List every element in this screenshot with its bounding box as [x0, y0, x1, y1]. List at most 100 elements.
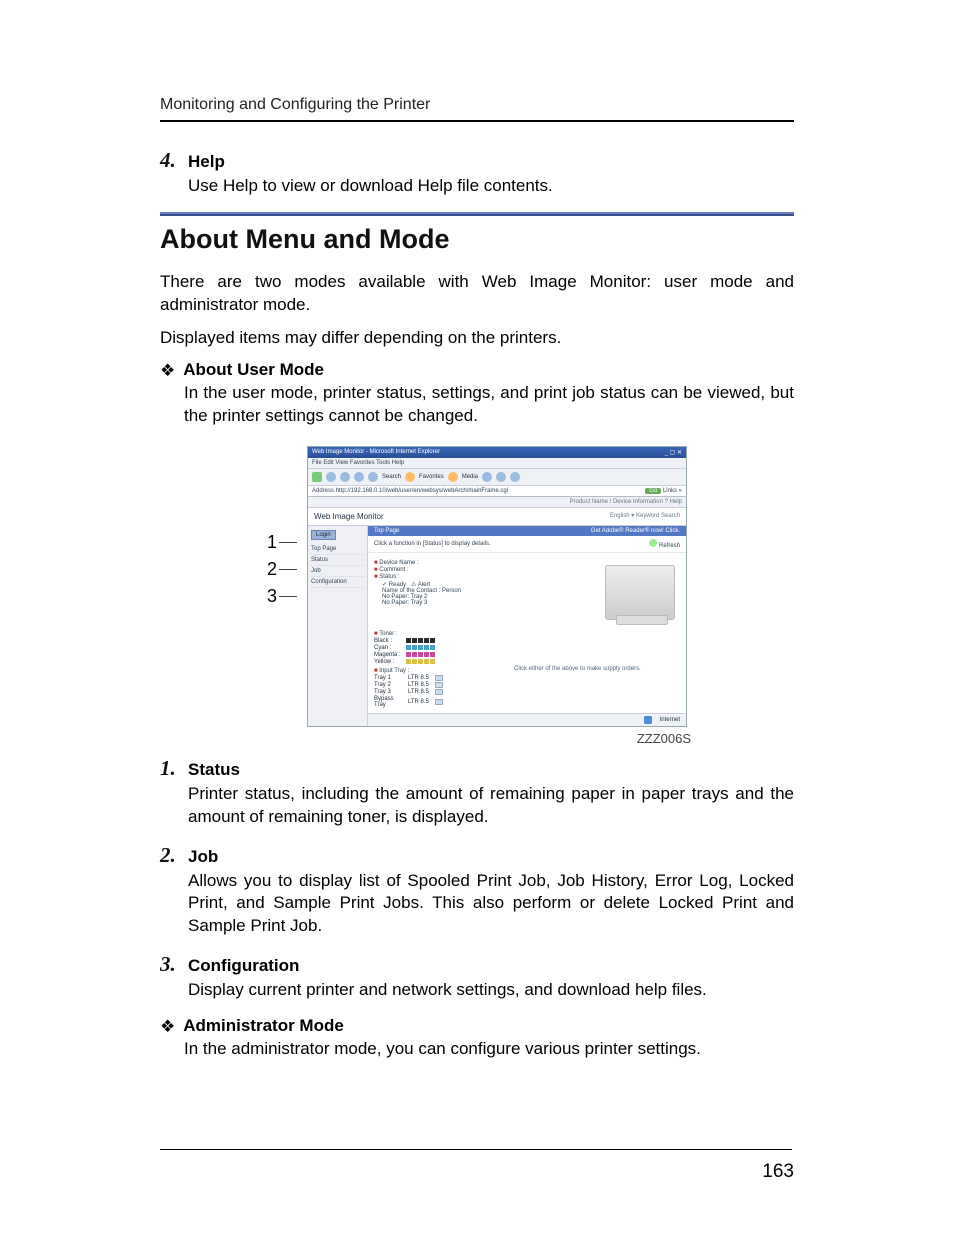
callout-2: 2 — [267, 559, 277, 580]
app-title: Web Image Monitor — [314, 512, 384, 521]
tray-bypass: Bypass TrayLTR 8.5 — [374, 696, 504, 708]
nopaper2: No Paper: Tray 3 — [374, 600, 590, 606]
section-divider — [160, 212, 794, 216]
callout-3: 3 — [267, 586, 277, 607]
admin-mode-block: ❖ Administrator Mode In the administrato… — [160, 1016, 794, 1061]
supply-hint: Click either of the above to make supply… — [514, 666, 680, 672]
field-device: Device Name : — [374, 560, 590, 566]
tray-label: Input Tray : — [374, 668, 504, 674]
tray-icon — [435, 682, 443, 688]
browser-url: Address http://192.168.0.10/web/user/en/… — [312, 488, 508, 494]
item-job: 2. Job Allows you to display list of Spo… — [160, 843, 794, 939]
item-help: 4. Help Use Help to view or download Hel… — [160, 148, 794, 198]
browser-toolbar: Search Favorites Media — [308, 469, 686, 486]
zone-label: Internet — [660, 717, 680, 723]
diamond-bullet-icon: ❖ — [160, 362, 175, 379]
figure-id: ZZZ006S — [263, 731, 691, 746]
forward-icon — [326, 472, 336, 482]
toner-black: Black : — [374, 638, 504, 644]
callout-leader — [279, 569, 297, 570]
item-title: Help — [188, 152, 225, 172]
toolbar-search: Search — [382, 474, 401, 480]
sidebar-login-button: Login — [311, 530, 336, 540]
app-header: Web Image Monitor English ▾ Keyword Sear… — [308, 508, 686, 526]
tray-icon — [435, 689, 443, 695]
back-icon — [312, 472, 322, 482]
content-row: Device Name : Comment : Status : ✓ Ready… — [368, 553, 686, 626]
item-body: Display current printer and network sett… — [188, 979, 794, 1002]
item-body: Allows you to display list of Spooled Pr… — [188, 870, 794, 939]
item-configuration: 3. Configuration Display current printer… — [160, 952, 794, 1002]
field-comment: Comment : — [374, 567, 590, 573]
user-mode-body: In the user mode, printer status, settin… — [184, 382, 794, 428]
running-header: Monitoring and Configuring the Printer — [160, 96, 794, 114]
lang-selector: English ▾ Keyword Search — [610, 512, 680, 521]
sidebar-item-config: Configuration — [311, 577, 364, 588]
browser-window: Web Image Monitor - Microsoft Internet E… — [307, 446, 687, 727]
tray-3: Tray 3LTR 8.5 — [374, 689, 504, 695]
item-body: Use Help to view or download Help file c… — [188, 175, 794, 198]
browser-titlebar: Web Image Monitor - Microsoft Internet E… — [308, 447, 686, 458]
browser-statusbar: Internet — [368, 713, 686, 726]
stop-icon — [340, 472, 350, 482]
item-body: Printer status, including the amount of … — [188, 783, 794, 829]
toner-magenta: Magenta : — [374, 652, 504, 658]
browser-menubar: File Edit View Favorites Tools Help — [308, 458, 686, 469]
header-rule — [160, 120, 794, 122]
toolbar-media: Media — [462, 474, 478, 480]
sidebar-item-status: Status — [311, 555, 364, 566]
tab-label: Top Page — [374, 528, 399, 534]
instruction-text: Click a function in [Status] to display … — [374, 541, 491, 547]
window-controls: _ ▢ ✕ — [665, 449, 682, 456]
user-mode-block: ❖ About User Mode In the user mode, prin… — [160, 360, 794, 428]
item-title: Job — [188, 847, 218, 867]
item-number: 4. — [160, 148, 182, 173]
favorites-star-icon — [405, 472, 415, 482]
callout-1: 1 — [267, 532, 277, 553]
tab-right: Get Adobe® Reader® now! Click. — [591, 528, 680, 534]
zone-icon — [644, 716, 652, 724]
toner-cyan: Cyan : — [374, 645, 504, 651]
sidebar-item-top: Top Page — [311, 544, 364, 555]
tray-2: Tray 2LTR 8.5 — [374, 682, 504, 688]
app-body: Login Top Page Status Job Configuration … — [308, 526, 686, 726]
section-title: About Menu and Mode — [160, 224, 794, 255]
item-status: 1. Status Printer status, including the … — [160, 756, 794, 829]
browser-title: Web Image Monitor - Microsoft Internet E… — [312, 449, 440, 456]
item-number: 3. — [160, 952, 182, 977]
admin-mode-title: Administrator Mode — [183, 1016, 344, 1036]
item-number: 2. — [160, 843, 182, 868]
toner-yellow: Yellow : — [374, 659, 504, 665]
print-icon — [510, 472, 520, 482]
item-title: Configuration — [188, 956, 299, 976]
refresh-label: Refresh — [659, 543, 680, 549]
item-number: 1. — [160, 756, 182, 781]
section-paragraph-2: Displayed items may differ depending on … — [160, 327, 794, 350]
item-title: Status — [188, 760, 240, 780]
status-ready: ✓ Ready ⚠ Alert — [374, 581, 590, 588]
user-mode-title: About User Mode — [183, 360, 324, 380]
tray-1: Tray 1LTR 8.5 — [374, 675, 504, 681]
figure: 1 2 3 Web Image Monitor - Microsoft Inte… — [160, 446, 794, 746]
admin-mode-body: In the administrator mode, you can confi… — [184, 1038, 794, 1061]
toner-label: Toner : — [374, 631, 504, 637]
figure-callouts: 1 2 3 — [267, 446, 297, 607]
content-row-2: Toner : Black : Cyan : Magenta : Yellow … — [368, 626, 686, 713]
home-icon — [368, 472, 378, 482]
main-area: Top Page Get Adobe® Reader® now! Click. … — [368, 526, 686, 726]
links-label: Links — [663, 488, 677, 494]
callout-leader — [279, 596, 297, 597]
instruction-line: Click a function in [Status] to display … — [368, 536, 686, 553]
section-paragraph-1: There are two modes available with Web I… — [160, 271, 794, 317]
page: Monitoring and Configuring the Printer 4… — [0, 0, 954, 1235]
diamond-bullet-icon: ❖ — [160, 1018, 175, 1035]
tray-icon — [435, 675, 443, 681]
refresh-icon — [649, 539, 657, 547]
browser-address-bar: Address http://192.168.0.10/web/user/en/… — [308, 486, 686, 497]
printer-image-col — [600, 559, 680, 620]
field-status: Status : — [374, 574, 590, 580]
toolbar-favorites: Favorites — [419, 474, 444, 480]
go-button: Go — [645, 488, 661, 494]
history-icon — [482, 472, 492, 482]
refresh-icon — [354, 472, 364, 482]
